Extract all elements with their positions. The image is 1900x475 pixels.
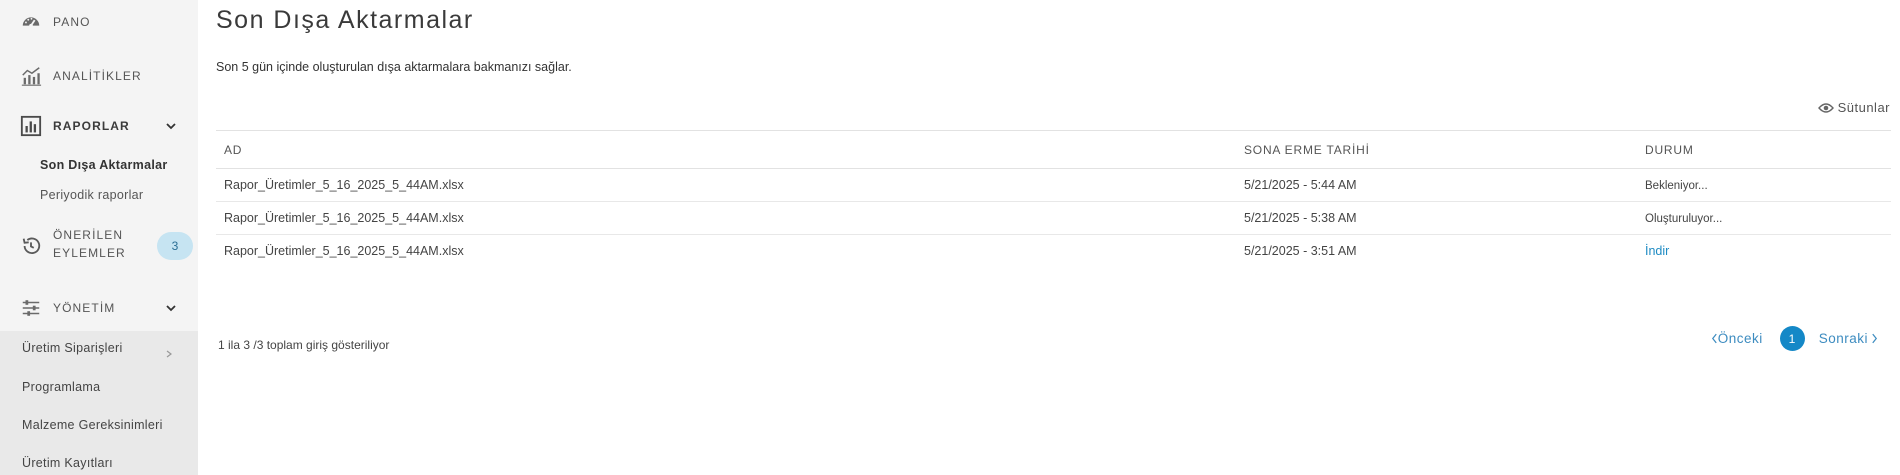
sidebar-item-production-records[interactable]: Üretim Kayıtları bbox=[22, 456, 113, 470]
chevron-right-icon bbox=[1872, 333, 1878, 344]
nav-item-management[interactable]: YÖNETİM bbox=[0, 296, 198, 320]
next-page-button[interactable]: Sonraki bbox=[1819, 331, 1878, 346]
chevron-left-icon bbox=[1711, 333, 1717, 344]
page-number-current[interactable]: 1 bbox=[1779, 326, 1805, 351]
columns-button-label: Sütunlar bbox=[1837, 100, 1890, 115]
sidebar: PANO ANALİTİKLER RAPORLAR Son Dışa Aktar… bbox=[0, 0, 198, 475]
dashboard-gauge-icon bbox=[20, 11, 42, 33]
page-title: Son Dışa Aktarmalar bbox=[216, 6, 474, 34]
nav-label-analytics: ANALİTİKLER bbox=[53, 69, 142, 83]
entries-info: 1 ila 3 /3 toplam giriş gösteriliyor bbox=[218, 338, 390, 352]
nav-item-reports[interactable]: RAPORLAR bbox=[0, 114, 198, 138]
sidebar-item-production-orders[interactable]: Üretim Siparişleri bbox=[22, 341, 123, 355]
export-status: Oluşturuluyor... bbox=[1645, 213, 1723, 225]
previous-page-label: Önceki bbox=[1717, 331, 1763, 346]
table-header-row: AD SONA ERME TARİHİ DURUM bbox=[216, 130, 1891, 169]
previous-page-button[interactable]: Önceki bbox=[1711, 331, 1763, 346]
pagination: Önceki 1 Sonraki bbox=[1711, 326, 1878, 351]
table-row: Rapor_Üretimler_5_16_2025_5_44AM.xlsx 5/… bbox=[216, 201, 1891, 235]
download-link[interactable]: İndir bbox=[1645, 244, 1669, 258]
nav-item-analytics[interactable]: ANALİTİKLER bbox=[0, 64, 198, 88]
nav-label-actions: EYLEMLER bbox=[53, 246, 126, 260]
history-clock-icon bbox=[20, 235, 42, 257]
sliders-icon bbox=[20, 297, 42, 319]
columns-button[interactable]: Sütunlar bbox=[1817, 100, 1890, 115]
column-header-name[interactable]: AD bbox=[216, 130, 1236, 169]
column-header-status[interactable]: DURUM bbox=[1637, 130, 1891, 169]
nav-label-recommended: ÖNERİLEN bbox=[53, 228, 124, 242]
chevron-down-icon[interactable] bbox=[164, 301, 178, 315]
analytics-chart-icon bbox=[20, 65, 42, 87]
chevron-down-icon[interactable] bbox=[164, 119, 178, 133]
sidebar-item-periodic-reports[interactable]: Periyodik raporlar bbox=[40, 188, 143, 202]
nav-label-management: YÖNETİM bbox=[53, 301, 116, 315]
nav-label-dashboard: PANO bbox=[53, 15, 91, 29]
export-file-name: Rapor_Üretimler_5_16_2025_5_44AM.xlsx bbox=[216, 201, 1236, 235]
table-row: Rapor_Üretimler_5_16_2025_5_44AM.xlsx 5/… bbox=[216, 235, 1891, 268]
export-status: Bekleniyor... bbox=[1645, 180, 1708, 192]
nav-item-dashboard[interactable]: PANO bbox=[0, 10, 198, 34]
main-content: Son Dışa Aktarmalar Son 5 gün içinde olu… bbox=[198, 0, 1900, 475]
export-file-name: Rapor_Üretimler_5_16_2025_5_44AM.xlsx bbox=[216, 168, 1236, 202]
column-header-expiry[interactable]: SONA ERME TARİHİ bbox=[1236, 130, 1637, 169]
sidebar-item-recent-exports[interactable]: Son Dışa Aktarmalar bbox=[40, 158, 168, 172]
export-expiry-date: 5/21/2025 - 5:44 AM bbox=[1236, 168, 1637, 202]
next-page-label: Sonraki bbox=[1818, 331, 1868, 346]
sidebar-item-scheduling[interactable]: Programlama bbox=[22, 380, 100, 394]
chevron-right-icon[interactable] bbox=[164, 346, 174, 358]
sidebar-item-material-requirements[interactable]: Malzeme Gereksinimleri bbox=[22, 418, 163, 432]
export-expiry-date: 5/21/2025 - 3:51 AM bbox=[1244, 244, 1357, 258]
export-expiry-date: 5/21/2025 - 5:38 AM bbox=[1236, 201, 1637, 235]
exports-table: AD SONA ERME TARİHİ DURUM Rapor_Üretimle… bbox=[216, 130, 1891, 267]
eye-icon bbox=[1817, 102, 1834, 113]
export-file-name: Rapor_Üretimler_5_16_2025_5_44AM.xlsx bbox=[224, 244, 464, 258]
nav-label-reports: RAPORLAR bbox=[53, 119, 130, 133]
page-description: Son 5 gün içinde oluşturulan dışa aktarm… bbox=[216, 60, 572, 74]
reports-bar-chart-icon bbox=[20, 115, 42, 137]
count-badge: 3 bbox=[157, 232, 193, 260]
table-row: Rapor_Üretimler_5_16_2025_5_44AM.xlsx 5/… bbox=[216, 168, 1891, 202]
